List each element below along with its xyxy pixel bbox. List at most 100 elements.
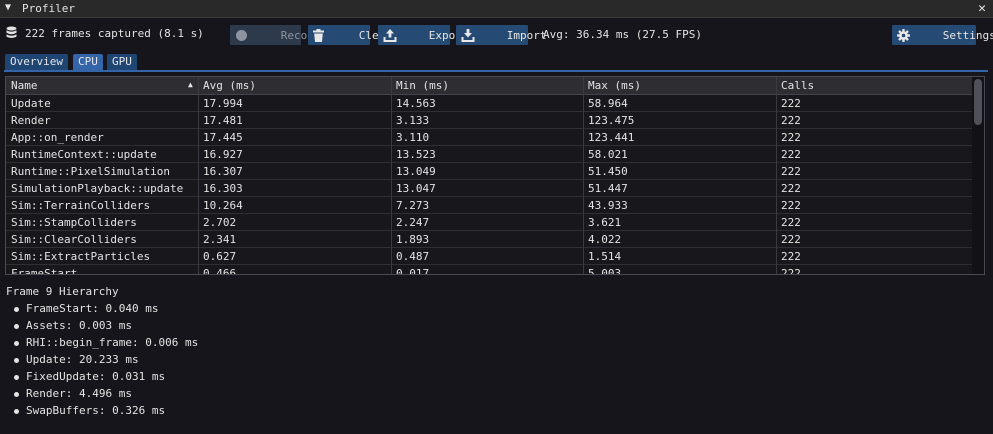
tab-overview[interactable]: Overview — [5, 54, 68, 70]
sort-ascending-icon: ▲ — [188, 80, 193, 89]
hierarchy-item-label: Assets: 0.003 ms — [26, 319, 132, 332]
table-cell: 17.445 — [203, 131, 243, 144]
table-row[interactable]: App::on_render 17.445 3.110 123.441 222 — [6, 129, 972, 146]
table-cell: 3.110 — [396, 131, 430, 144]
table-row[interactable]: Sim::StampColliders 2.702 2.247 3.621 222 — [6, 214, 972, 231]
import-button-label: Import — [506, 28, 547, 42]
table-cell: 2.247 — [396, 216, 430, 229]
table-cell: 222 — [781, 131, 801, 144]
bullet-icon — [14, 375, 19, 380]
table-cell: 17.994 — [203, 97, 243, 110]
table-cell: 222 — [781, 216, 801, 229]
table-cell: 0.487 — [396, 250, 430, 263]
table-cell: 222 — [781, 148, 801, 161]
close-icon[interactable]: ✕ — [978, 1, 986, 16]
column-divider[interactable] — [391, 77, 392, 274]
table-cell: 58.021 — [588, 148, 628, 161]
table-cell: 13.047 — [396, 182, 436, 195]
tab-gpu[interactable]: GPU — [107, 54, 137, 70]
table-row[interactable]: Runtime::PixelSimulation 16.307 13.049 51.4… — [6, 163, 972, 180]
import-button[interactable]: Import — [456, 25, 547, 45]
window-title: Profiler — [22, 2, 75, 15]
table-cell: RuntimeContext::update — [11, 148, 157, 161]
table-cell: 4.022 — [588, 233, 622, 246]
table-cell: 3.621 — [588, 216, 622, 229]
table-cell: 0.627 — [203, 250, 237, 263]
table-header: Name Avg (ms) ▲ Min (ms) Max (ms) Calls — [6, 77, 972, 95]
column-divider[interactable] — [583, 77, 584, 274]
table-cell: 0.017 — [396, 267, 430, 275]
settings-button[interactable]: Settings — [892, 25, 993, 45]
column-header-min[interactable]: Min (ms) — [396, 79, 449, 92]
table-row[interactable]: SimulationPlayback::update 16.303 13.047 51… — [6, 180, 972, 197]
column-divider[interactable] — [776, 77, 777, 274]
column-divider[interactable] — [198, 77, 199, 274]
table-cell: 1.514 — [588, 250, 622, 263]
table-cell: 222 — [781, 233, 801, 246]
table-row[interactable]: Sim::TerrainColliders 10.264 7.273 43.933 22… — [6, 197, 972, 214]
settings-button-label: Settings — [942, 28, 993, 42]
table-cell: 222 — [781, 165, 801, 178]
frames-captured-text: 222 frames captured (8.1 s) — [25, 27, 204, 40]
table-cell: 17.481 — [203, 114, 243, 127]
table-cell: 222 — [781, 199, 801, 212]
table-cell: FrameStart — [11, 267, 78, 275]
scrollbar-thumb[interactable] — [974, 79, 982, 125]
table-cell: Sim::StampColliders — [11, 216, 137, 229]
table-cell: 58.964 — [588, 97, 628, 110]
table-cell: 123.475 — [588, 114, 635, 127]
column-header-calls[interactable]: Calls — [781, 79, 814, 92]
table-cell: 13.049 — [396, 165, 436, 178]
table-row[interactable]: RuntimeContext::update 16.927 13.523 58.021… — [6, 146, 972, 163]
column-header-avg[interactable]: Avg (ms) — [203, 79, 256, 92]
table-row[interactable]: Update 17.994 14.563 58.964 222 — [6, 95, 972, 112]
table-cell: 16.927 — [203, 148, 243, 161]
table-cell: 0.466 — [203, 267, 237, 275]
table-cell: 123.441 — [588, 131, 635, 144]
collapse-icon[interactable]: ▼ — [5, 2, 11, 13]
table-cell: 16.303 — [203, 182, 243, 195]
hierarchy-title: Frame 9 Hierarchy — [6, 285, 119, 298]
tab-cpu[interactable]: CPU — [73, 54, 103, 70]
table-cell: 2.702 — [203, 216, 237, 229]
tab-underline — [4, 70, 988, 72]
column-header-max[interactable]: Max (ms) — [588, 79, 641, 92]
table-cell: 2.341 — [203, 233, 237, 246]
bullet-icon — [14, 409, 19, 414]
hierarchy-item-label: FixedUpdate: 0.031 ms — [26, 370, 166, 383]
table-scrollbar[interactable] — [972, 77, 984, 274]
bullet-icon — [14, 324, 19, 329]
bullet-icon — [14, 307, 19, 312]
table-row[interactable]: Sim::ExtractParticles 0.627 0.487 1.514 222 — [6, 248, 972, 265]
table-cell: 1.893 — [396, 233, 430, 246]
table-cell: 222 — [781, 267, 801, 275]
clear-button[interactable]: Clear — [308, 25, 392, 45]
table-cell: Sim::ClearColliders — [11, 233, 137, 246]
table-row[interactable]: Sim::ClearColliders 2.341 1.893 4.022 222 — [6, 231, 972, 248]
hierarchy-item-label: RHI::begin_frame: 0.006 ms — [26, 336, 199, 349]
table-cell: 222 — [781, 250, 801, 263]
table-row[interactable]: FrameStart 0.466 0.017 5.003 222 — [6, 265, 972, 275]
table-cell: 43.933 — [588, 199, 628, 212]
profiler-table: Name Avg (ms) ▲ Min (ms) Max (ms) Calls … — [5, 76, 985, 275]
tab-bar: Overview CPU GPU — [0, 54, 993, 72]
toolbar: 222 frames captured (8.1 s) Record Clear… — [0, 24, 993, 46]
table-cell: 14.563 — [396, 97, 436, 110]
column-header-name[interactable]: Name — [11, 79, 38, 92]
table-cell: 7.273 — [396, 199, 430, 212]
avg-frame-time: Avg: 36.34 ms (27.5 FPS) — [543, 28, 702, 41]
database-icon — [6, 26, 17, 42]
export-button[interactable]: Export — [378, 25, 469, 45]
table-cell: 222 — [781, 114, 801, 127]
table-cell: Runtime::PixelSimulation — [11, 165, 170, 178]
bullet-icon — [14, 392, 19, 397]
table-cell: 5.003 — [588, 267, 622, 275]
table-cell: 51.450 — [588, 165, 628, 178]
table-cell: Update — [11, 97, 51, 110]
hierarchy-item-label: SwapBuffers: 0.326 ms — [26, 404, 166, 417]
table-row[interactable]: Render 17.481 3.133 123.475 222 — [6, 112, 972, 129]
record-button[interactable]: Record — [230, 25, 321, 45]
table-cell: 222 — [781, 97, 801, 110]
table-cell: 222 — [781, 182, 801, 195]
table-cell: 3.133 — [396, 114, 430, 127]
